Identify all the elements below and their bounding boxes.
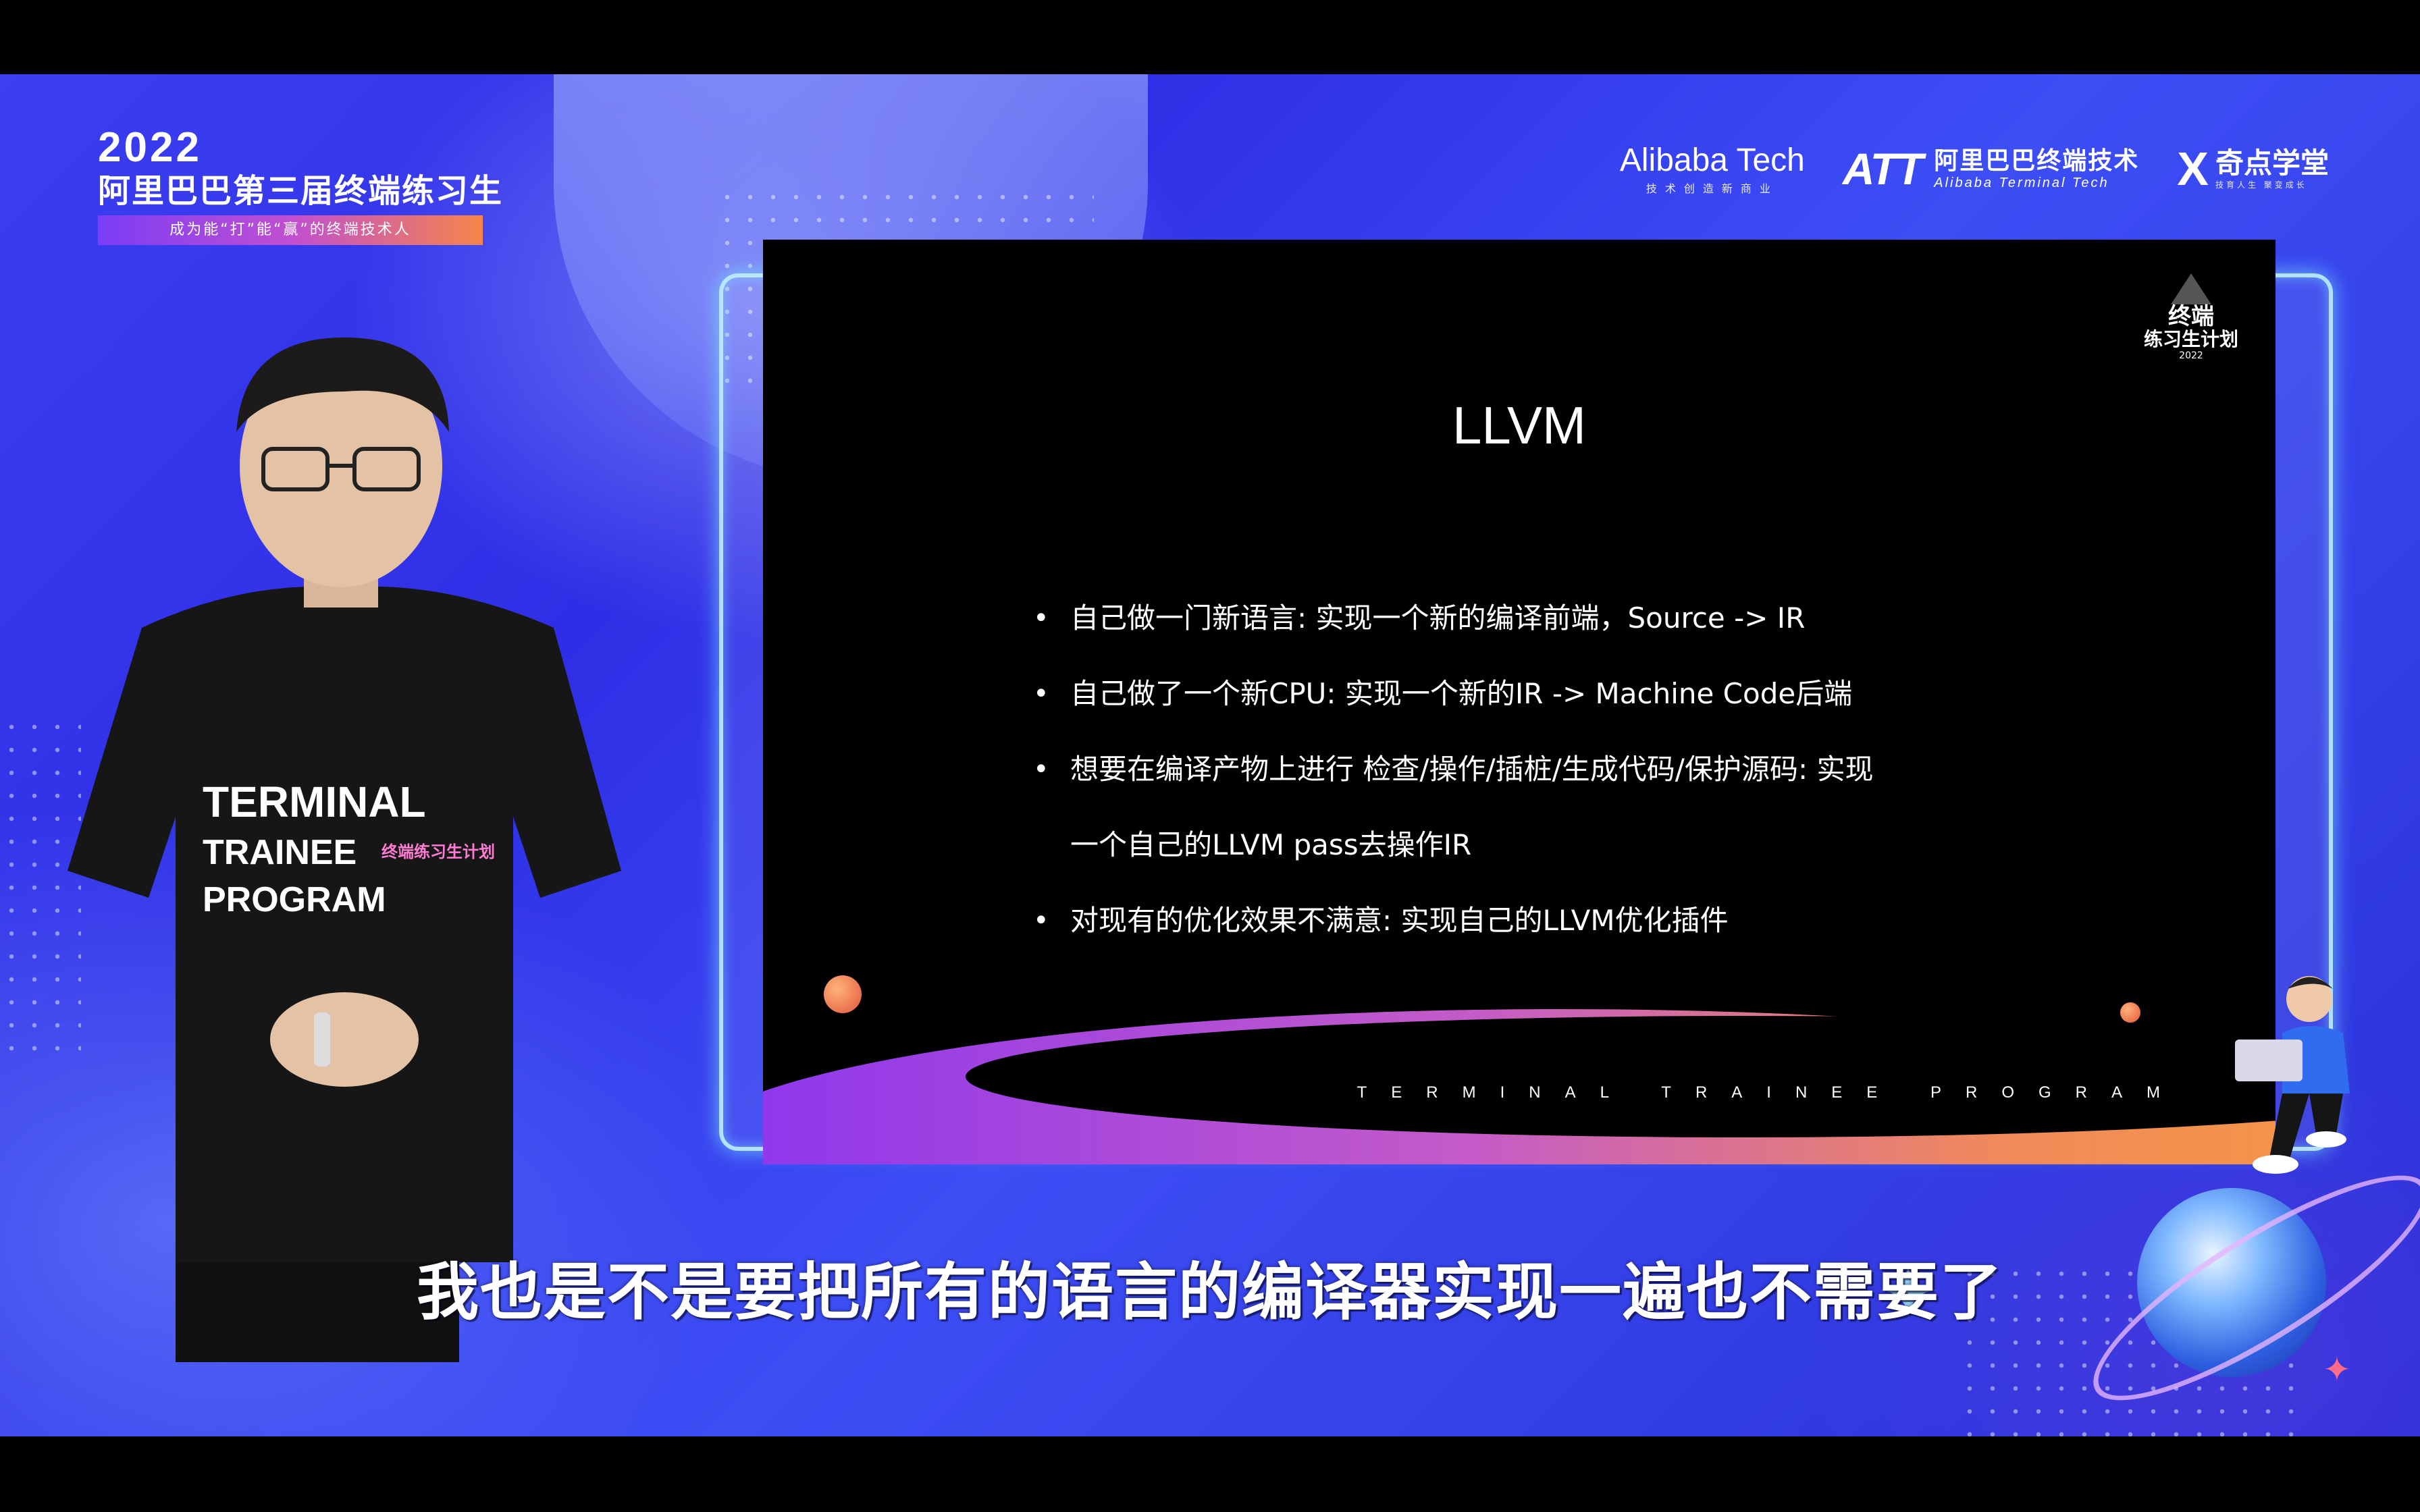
slide-bullet-list: 自己做一门新语言: 实现一个新的编译前端，Source -> IR 自己做了一个… [1033,580,2046,959]
event-slogan: 成为能“打”能“赢”的终端技术人 [98,215,483,245]
slide-title: LLVM [1452,396,1586,455]
badge-line1: 终端 [2168,303,2214,330]
decorative-ball [824,975,862,1013]
qidian-x-icon: X [2177,142,2209,195]
trainee-program-badge: 终端 练习生计划 2022 [2134,273,2248,361]
program-label: TERMINAL TRAINEE PROGRAM [1357,1083,2184,1102]
shirt-text-line3: PROGRAM [203,880,386,919]
shirt-text-line1: TERMINAL [203,778,426,826]
sparkle-icon: ✦ [2323,1350,2351,1389]
sponsor-logos: Alibaba Tech 技术创造新商业 ATT 阿里巴巴终端技术 Alibab… [1620,142,2329,196]
qidian-tagline: 技育人生 聚变成长 [2215,180,2307,190]
shirt-badge: 终端练习生计划 [382,842,495,861]
att-cn-name: 阿里巴巴终端技术 [1934,146,2140,175]
att-mark: ATT [1842,144,1923,194]
presentation-slide: 终端 练习生计划 2022 LLVM 自己做一门新语言: 实现一个新的编译前端，… [763,240,2276,1164]
event-name: 阿里巴巴第三届终端练习生 [98,172,504,210]
alibaba-tech-tagline: 技术创造新商业 [1646,182,1779,195]
badge-year: 2022 [2179,350,2203,361]
bullet-text: 自己做了一个新CPU: 实现一个新的IR -> Machine Code后端 [1070,677,1853,710]
mascot-illustration [2235,976,2350,1174]
shirt-text-line2: TRAINEE [203,833,357,872]
bullet-item: 自己做一门新语言: 实现一个新的编译前端，Source -> IR [1033,580,2046,656]
video-subtitle: 我也是不是要把所有的语言的编译器实现一遍也不需要了 [416,1256,2003,1328]
event-year: 2022 [98,124,202,171]
att-en-name: Alibaba Terminal Tech [1934,175,2109,190]
bullet-item: 自己做了一个新CPU: 实现一个新的IR -> Machine Code后端 [1033,656,2046,732]
badge-line2: 练习生计划 [2143,328,2238,350]
qidian-logo: X 奇点学堂 技育人生 聚变成长 [2177,145,2329,192]
decorative-ball [2120,1002,2140,1023]
presenter: TERMINAL TRAINEE PROGRAM 终端练习生计划 [68,338,621,1362]
bullet-text: 对现有的优化效果不满意: 实现自己的LLVM优化插件 [1070,904,1729,937]
alibaba-tech-logo: Alibaba Tech 技术创造新商业 [1620,142,1805,196]
att-logo: ATT 阿里巴巴终端技术 Alibaba Terminal Tech [1843,143,2139,194]
event-logo: 2022 阿里巴巴第三届终端练习生 成为能“打”能“赢”的终端技术人 [98,125,503,245]
qidian-name: 奇点学堂 [2215,146,2329,180]
bullet-item: 想要在编译产物上进行 检查/操作/插桩/生成代码/保护源码: 实现一个自己的LL… [1033,732,2046,883]
bullet-continuation: 一个自己的LLVM pass去操作IR [1070,828,1472,861]
bullet-text: 想要在编译产物上进行 检查/操作/插桩/生成代码/保护源码: 实现 [1070,753,1874,786]
alibaba-tech-name: Alibaba Tech [1619,142,1805,178]
bullet-text: 自己做一门新语言: 实现一个新的编译前端，Source -> IR [1070,601,1806,634]
triangle-icon [2171,273,2211,304]
bullet-item: 对现有的优化效果不满意: 实现自己的LLVM优化插件 [1033,883,2046,959]
